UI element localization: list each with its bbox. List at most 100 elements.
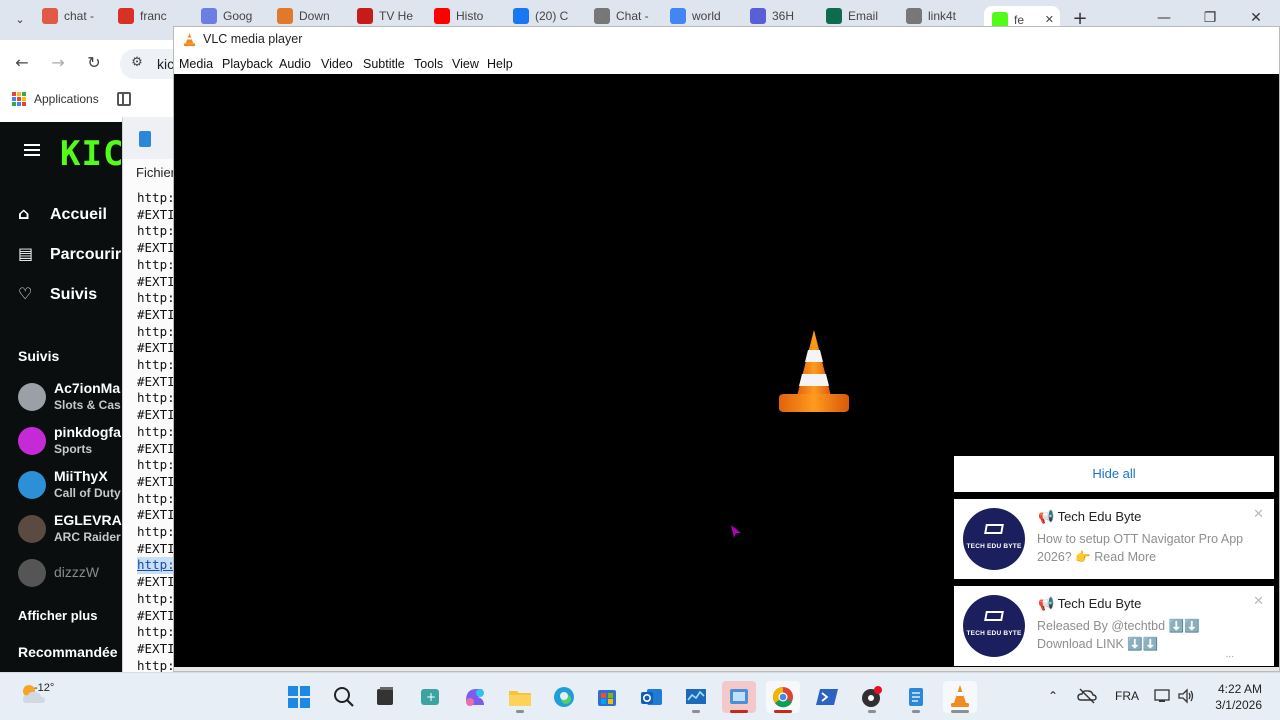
hamburger-menu-icon[interactable] <box>24 144 40 157</box>
channel-item[interactable]: Ac7ionMa Slots & Cas <box>18 380 122 416</box>
channel-item[interactable]: pinkdogfa Sports <box>18 424 122 460</box>
vlc-menu-audio[interactable]: Audio <box>279 57 311 71</box>
mail-icon <box>826 8 842 24</box>
folder-icon <box>509 691 531 706</box>
chrome-icon <box>773 687 793 708</box>
text-line: http: <box>137 390 175 406</box>
back-icon[interactable]: ← <box>9 52 35 76</box>
text-line: http: <box>137 657 175 672</box>
nav-suivis[interactable]: ♡ Suivis <box>18 284 97 304</box>
facebook-icon <box>513 8 529 24</box>
nav-parcourir[interactable]: ▤ Parcourir <box>18 244 121 264</box>
bookmark-applications[interactable]: Applications <box>34 92 99 106</box>
close-window-button[interactable]: ✕ <box>1236 10 1276 26</box>
chart-app-icon <box>686 689 706 704</box>
cloud-icon <box>277 8 293 24</box>
taskbar-app-powershell[interactable] <box>810 681 844 713</box>
notification-card[interactable]: TECH EDU BYTE 📢 Tech Edu Byte Released B… <box>954 586 1274 666</box>
close-tab-icon[interactable]: ✕ <box>1045 13 1054 26</box>
reload-icon[interactable]: ↻ <box>81 52 107 76</box>
vlc-menu-media[interactable]: Media <box>179 57 213 71</box>
vlc-menubar: Media Playback Audio Video Subtitle Tool… <box>174 52 1279 74</box>
channel-category: Sports <box>54 442 93 456</box>
channel-item[interactable]: dizzzW <box>18 556 122 592</box>
taskbar-app-chrome[interactable] <box>766 681 800 713</box>
notepad-text-area[interactable]: http: #EXTI http: #EXTI http: #EXTI http: #EXTI… <box>137 190 175 672</box>
tab-title: Down <box>299 9 330 23</box>
screen-capture-icon <box>730 689 748 704</box>
vlc-menu-help[interactable]: Help <box>487 57 513 71</box>
home-icon: ⌂ <box>18 204 30 223</box>
taskbar-app-monitor[interactable] <box>679 681 713 713</box>
show-more-link[interactable]: Afficher plus <box>18 608 97 623</box>
running-indicator <box>951 710 969 713</box>
network-icon[interactable] <box>1153 686 1173 706</box>
taskbar-app-obs[interactable] <box>855 681 889 713</box>
channel-category: Slots & Cas <box>54 398 121 412</box>
vlc-menu-playback[interactable]: Playback <box>222 57 273 71</box>
minimize-button[interactable]: — <box>1144 10 1184 26</box>
input-language[interactable]: FRA <box>1115 689 1139 703</box>
channel-item[interactable]: MiiThyX Call of Duty <box>18 468 122 504</box>
close-icon[interactable]: ✕ <box>1253 594 1264 609</box>
text-line: #EXTI <box>137 340 175 356</box>
vlc-menu-video[interactable]: Video <box>321 57 353 71</box>
taskbar-app-vlc[interactable] <box>943 681 977 713</box>
running-indicator <box>516 710 524 713</box>
vlc-menu-view[interactable]: View <box>452 57 479 71</box>
task-view-icon <box>377 687 393 705</box>
forward-icon[interactable]: → <box>45 52 71 76</box>
kick-logo[interactable]: KIC <box>60 134 122 174</box>
show-hidden-icons[interactable]: ⌃ <box>1048 689 1058 703</box>
apps-grid-icon[interactable] <box>12 92 26 106</box>
vlc-menu-tools[interactable]: Tools <box>414 57 443 71</box>
taskbar-app-notepad[interactable] <box>899 681 933 713</box>
nav-accueil[interactable]: ⌂ Accueil <box>18 204 107 224</box>
tab-title: TV He <box>379 9 414 23</box>
text-line: http: <box>137 590 175 606</box>
system-clock[interactable]: 4:22 AM 3/1/2026 <box>1212 681 1262 713</box>
tab-title: Email <box>848 9 879 23</box>
running-indicator <box>730 710 748 713</box>
onedrive-off-icon[interactable] <box>1077 686 1097 706</box>
taskbar-app-file-explorer[interactable] <box>503 681 537 713</box>
notification-card[interactable]: TECH EDU BYTE 📢 Tech Edu Byte How to set… <box>954 499 1274 579</box>
weather-widget[interactable]: -12° <box>20 681 54 710</box>
maximize-button[interactable]: ❐ <box>1190 10 1230 26</box>
play-icon <box>750 8 766 24</box>
start-button[interactable] <box>282 681 316 713</box>
vlc-menu-subtitle[interactable]: Subtitle <box>363 57 405 71</box>
taskbar-app-screenshot[interactable] <box>722 681 756 713</box>
taskbar-app-store[interactable] <box>590 681 624 713</box>
svg-text:+: + <box>426 690 436 704</box>
taskbar-app-outlook[interactable] <box>634 681 668 713</box>
channel-item[interactable]: EGLEVRA ARC Raider <box>18 512 122 548</box>
site-info-icon[interactable]: ⚙ <box>124 52 150 76</box>
taskbar-app-teams[interactable]: + <box>414 681 448 713</box>
avatar <box>18 383 46 411</box>
running-indicator <box>774 710 792 713</box>
tab-search-button[interactable]: ⌄ <box>8 8 32 32</box>
close-icon[interactable]: ✕ <box>1253 507 1264 522</box>
taskbar-app-copilot[interactable] <box>458 681 492 713</box>
volume-icon[interactable] <box>1176 686 1196 706</box>
google-icon <box>670 8 686 24</box>
vlc-title: VLC media player <box>203 32 303 46</box>
notification-body: How to setup OTT Navigator Pro App 2026?… <box>1037 532 1244 564</box>
channel-name: pinkdogfa <box>54 424 121 440</box>
vlc-cone-logo <box>779 330 849 412</box>
browser-tab[interactable]: chat - <box>42 8 112 34</box>
clock-time: 4:22 AM <box>1217 682 1262 696</box>
notepad-icon <box>139 131 151 147</box>
tab-groups-icon[interactable] <box>117 92 131 106</box>
notepad-menu-fichier[interactable]: Fichier <box>136 165 175 180</box>
taskbar-app-edge[interactable] <box>547 681 581 713</box>
tech-edu-byte-logo: TECH EDU BYTE <box>963 595 1025 657</box>
task-view-button[interactable] <box>368 681 402 713</box>
avatar <box>18 471 46 499</box>
following-header: Suivis <box>18 348 60 364</box>
search-button[interactable] <box>327 681 361 713</box>
hide-all-notifications-button[interactable]: Hide all <box>954 456 1274 492</box>
clock-date: 3/1/2026 <box>1215 698 1262 712</box>
channel-name: MiiThyX <box>54 468 108 484</box>
